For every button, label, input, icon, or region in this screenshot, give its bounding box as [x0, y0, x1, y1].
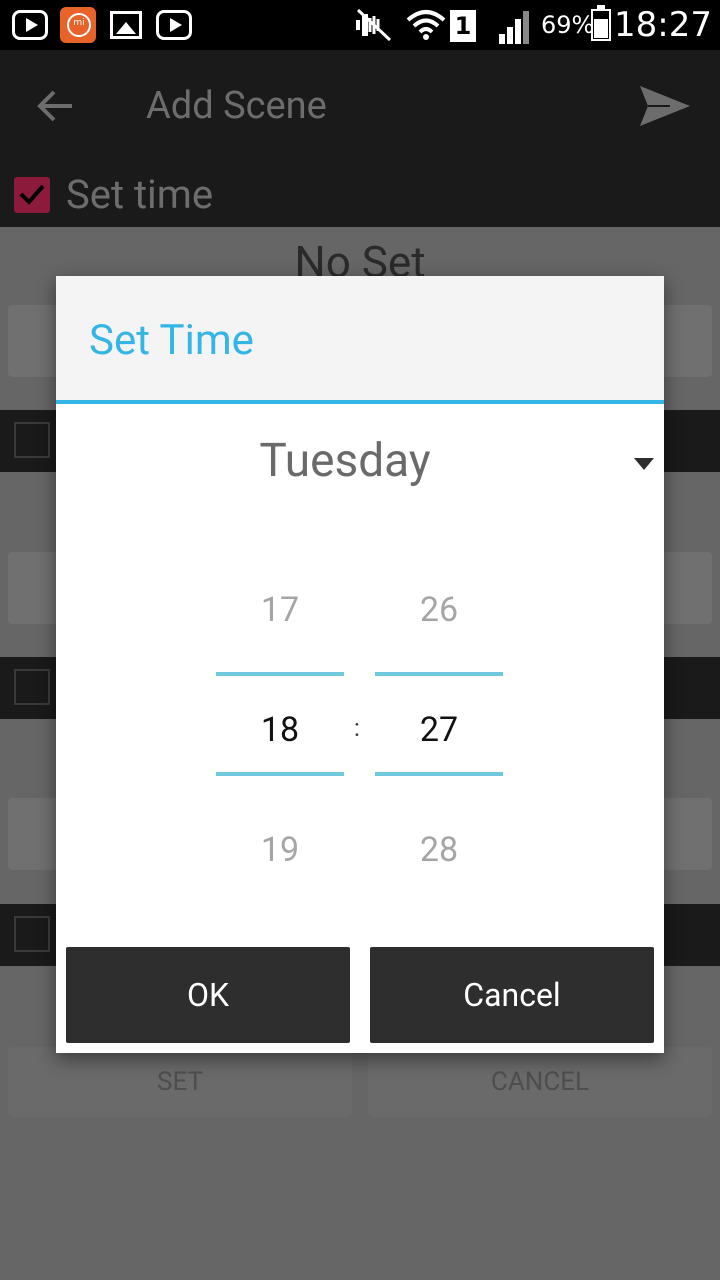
- minute-next[interactable]: 28: [375, 830, 503, 870]
- dialog-cancel-button[interactable]: Cancel: [370, 947, 654, 1043]
- hour-prev[interactable]: 17: [216, 590, 344, 630]
- sim-icon: 1: [450, 10, 476, 42]
- page-title: Add Scene: [146, 84, 327, 128]
- dialog-title: Set Time: [89, 316, 254, 365]
- set-time-label: Set time: [66, 171, 214, 218]
- mute-icon: [356, 8, 392, 42]
- send-icon[interactable]: [636, 82, 692, 130]
- check-icon: [19, 184, 45, 205]
- background-checkbox: [14, 916, 50, 952]
- status-bar: 1 69% 18:27: [0, 0, 720, 50]
- set-time-dialog: Set Time Tuesday 17 18 19 : 26 27 28 OK …: [56, 276, 664, 1053]
- cancel-button: CANCEL: [368, 1047, 712, 1117]
- minute-prev[interactable]: 26: [375, 590, 503, 630]
- battery-icon: [591, 5, 611, 41]
- app-bar: Add Scene: [0, 50, 720, 165]
- clock: 18:27: [614, 5, 712, 45]
- gallery-icon: [110, 11, 142, 39]
- youtube-icon: [12, 10, 48, 40]
- time-separator: :: [354, 714, 360, 742]
- minute-current[interactable]: 27: [375, 710, 503, 750]
- divider: [216, 672, 344, 676]
- divider: [375, 672, 503, 676]
- youtube-icon: [156, 10, 192, 40]
- ok-button[interactable]: OK: [66, 947, 350, 1043]
- set-button: SET: [8, 1047, 352, 1117]
- divider: [375, 772, 503, 776]
- mi-icon: [60, 7, 96, 43]
- set-time-checkbox[interactable]: [14, 177, 50, 213]
- dialog-header: Set Time: [56, 276, 664, 404]
- day-dropdown[interactable]: Tuesday: [56, 426, 664, 500]
- battery-percent: 69%: [541, 11, 595, 39]
- hour-current[interactable]: 18: [216, 710, 344, 750]
- divider: [216, 772, 344, 776]
- minute-picker[interactable]: 26 27 28: [375, 556, 503, 876]
- background-checkbox: [14, 422, 50, 458]
- hour-next[interactable]: 19: [216, 830, 344, 870]
- day-dropdown-value: Tuesday: [259, 434, 431, 488]
- hour-picker[interactable]: 17 18 19: [216, 556, 344, 876]
- set-time-row[interactable]: Set time: [0, 165, 720, 227]
- wifi-icon: [406, 10, 446, 40]
- dropdown-arrow-icon: [634, 458, 654, 470]
- background-checkbox: [14, 669, 50, 705]
- signal-icon: [499, 11, 529, 44]
- arrow-left-icon[interactable]: [36, 86, 76, 126]
